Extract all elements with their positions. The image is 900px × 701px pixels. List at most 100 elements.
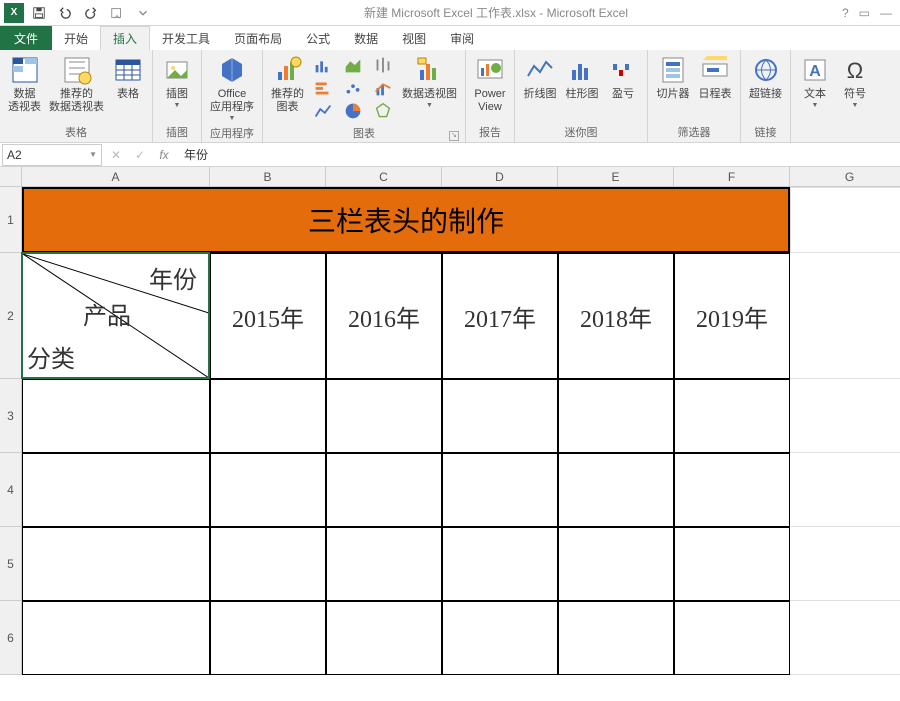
cell[interactable] [790, 527, 900, 601]
slicer-button[interactable]: 切片器 [652, 52, 694, 103]
name-box[interactable]: A2 ▼ [2, 144, 102, 166]
recommended-charts-button[interactable]: 推荐的 图表 [267, 52, 308, 116]
column-header[interactable]: F [674, 167, 790, 187]
undo-button[interactable] [54, 2, 76, 24]
cell[interactable] [674, 601, 790, 675]
row-header[interactable]: 4 [0, 453, 22, 527]
sparkline-column-button[interactable]: 柱形图 [561, 52, 603, 103]
illustrations-button[interactable]: 插图 ▼ [157, 52, 197, 111]
bar-chart-button[interactable] [310, 77, 336, 99]
cell[interactable] [442, 601, 558, 675]
column-header[interactable]: E [558, 167, 674, 187]
cell[interactable] [558, 379, 674, 453]
cell[interactable] [22, 379, 210, 453]
pivottable-button[interactable]: 数据 透视表 [4, 52, 45, 116]
cell[interactable] [558, 453, 674, 527]
cell[interactable] [326, 379, 442, 453]
redo-button[interactable] [80, 2, 102, 24]
cell[interactable] [442, 379, 558, 453]
area-chart-button[interactable] [340, 54, 366, 76]
cell[interactable] [210, 453, 326, 527]
powerview-button[interactable]: Power View [470, 52, 510, 116]
cell[interactable] [326, 601, 442, 675]
cell[interactable] [22, 453, 210, 527]
select-all-corner[interactable] [0, 167, 22, 187]
row-header[interactable]: 6 [0, 601, 22, 675]
line-chart-button[interactable] [310, 100, 336, 122]
help-button[interactable]: ? [842, 6, 849, 20]
sparkline-winloss-button[interactable]: 盈亏 [603, 52, 643, 103]
column-header[interactable]: A [22, 167, 210, 187]
pie-chart-button[interactable] [340, 100, 366, 122]
cell[interactable] [558, 527, 674, 601]
cell[interactable] [22, 527, 210, 601]
cell-year[interactable]: 2018年 [558, 253, 674, 379]
cell[interactable] [674, 527, 790, 601]
text-button[interactable]: A 文本 ▼ [795, 52, 835, 111]
cell[interactable] [790, 253, 900, 379]
tab-file[interactable]: 文件 [0, 26, 52, 50]
cell-diagonal-header[interactable]: 年份 产品 分类 [22, 253, 210, 379]
dialog-launcher[interactable]: ↘ [449, 131, 459, 141]
tab-developer[interactable]: 开发工具 [150, 26, 222, 50]
save-button[interactable] [28, 2, 50, 24]
tab-pagelayout[interactable]: 页面布局 [222, 26, 294, 50]
radar-chart-button[interactable] [370, 100, 396, 122]
cell[interactable] [210, 527, 326, 601]
office-apps-button[interactable]: Office 应用程序 ▼ [206, 52, 258, 124]
hyperlink-button[interactable]: 超链接 [745, 52, 786, 103]
cell[interactable] [674, 453, 790, 527]
cell[interactable] [674, 379, 790, 453]
row-header[interactable]: 3 [0, 379, 22, 453]
cell[interactable] [790, 453, 900, 527]
tab-review[interactable]: 审阅 [438, 26, 486, 50]
symbols-button[interactable]: Ω 符号 ▼ [835, 52, 875, 111]
cell[interactable] [326, 453, 442, 527]
cell[interactable] [790, 379, 900, 453]
qat-customize-button[interactable] [132, 2, 154, 24]
cancel-button[interactable]: ✕ [104, 148, 128, 162]
recommended-pivot-button[interactable]: 推荐的 数据透视表 [45, 52, 108, 116]
ribbon-options-button[interactable]: ▭ [859, 6, 870, 20]
cell-year[interactable]: 2015年 [210, 253, 326, 379]
table-button[interactable]: 表格 [108, 52, 148, 103]
cell[interactable] [558, 601, 674, 675]
tab-home[interactable]: 开始 [52, 26, 100, 50]
formula-input[interactable]: 年份 [176, 146, 900, 163]
stock-chart-button[interactable] [370, 54, 396, 76]
cell-year[interactable]: 2016年 [326, 253, 442, 379]
tab-data[interactable]: 数据 [342, 26, 390, 50]
cell[interactable] [442, 453, 558, 527]
cell[interactable] [442, 527, 558, 601]
row-header[interactable]: 2 [0, 253, 22, 379]
column-chart-button[interactable] [310, 54, 336, 76]
cell-year[interactable]: 2017年 [442, 253, 558, 379]
cell[interactable] [790, 187, 900, 253]
minimize-button[interactable]: — [880, 6, 892, 20]
cell[interactable] [210, 379, 326, 453]
pivotchart-button[interactable]: 数据透视图 ▼ [398, 52, 461, 111]
column-header[interactable]: G [790, 167, 900, 187]
qat-more-button[interactable] [106, 2, 128, 24]
cell[interactable] [790, 601, 900, 675]
worksheet-grid[interactable]: ABCDEFG 123456 三栏表头的制作 年份 产品 分类 2015年 20… [0, 167, 900, 701]
column-header[interactable]: B [210, 167, 326, 187]
cell[interactable] [326, 527, 442, 601]
sparkline-line-button[interactable]: 折线图 [519, 52, 561, 103]
scatter-chart-button[interactable] [340, 77, 366, 99]
column-header[interactable]: C [326, 167, 442, 187]
insert-function-button[interactable]: fx [152, 148, 176, 162]
tab-insert[interactable]: 插入 [100, 26, 150, 50]
tab-formulas[interactable]: 公式 [294, 26, 342, 50]
row-header[interactable]: 5 [0, 527, 22, 601]
row-header[interactable]: 1 [0, 187, 22, 253]
cell-year[interactable]: 2019年 [674, 253, 790, 379]
column-header[interactable]: D [442, 167, 558, 187]
enter-button[interactable]: ✓ [128, 148, 152, 162]
cell[interactable] [22, 601, 210, 675]
tab-view[interactable]: 视图 [390, 26, 438, 50]
timeline-button[interactable]: 日程表 [694, 52, 736, 103]
combo-chart-button[interactable] [370, 77, 396, 99]
cell[interactable] [210, 601, 326, 675]
cell-title[interactable]: 三栏表头的制作 [22, 187, 790, 253]
